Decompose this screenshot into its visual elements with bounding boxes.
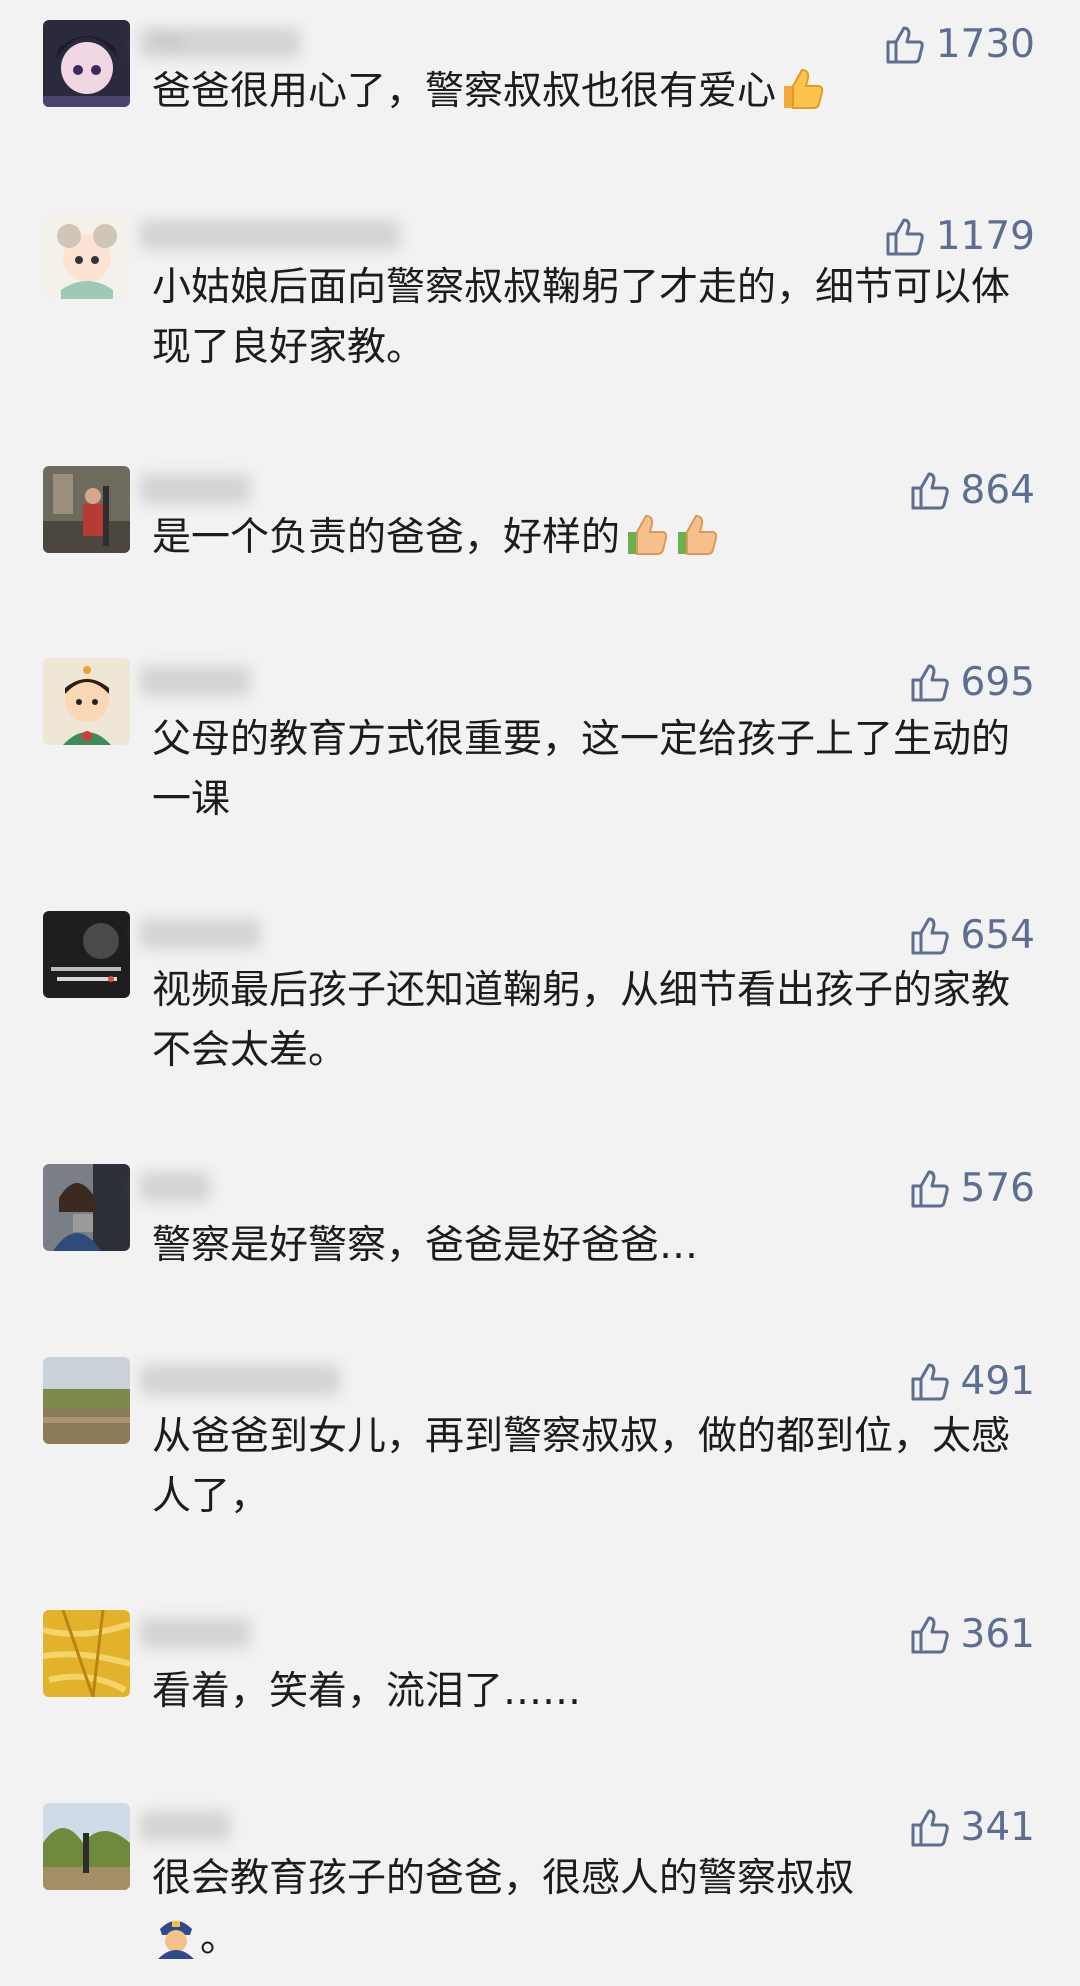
thumbs-up-icon <box>911 1363 949 1401</box>
thumbs-up-icon <box>886 218 924 256</box>
like-button[interactable]: 654 <box>909 913 1035 959</box>
thumbs-up-emoji-icon <box>784 68 824 109</box>
like-button[interactable]: 491 <box>909 1359 1035 1405</box>
like-count: 695 <box>960 660 1035 705</box>
comment-text: 是一个负责的爸爸，好样的 <box>152 508 1012 568</box>
avatar[interactable] <box>43 1803 130 1890</box>
comment-item: 491 从爸爸到女儿，再到警察叔叔，做的都到位，太感人了， <box>0 1357 1080 1537</box>
comment-item: 654 视频最后孩子还知道鞠躬，从细节看出孩子的家教不会太差。 <box>0 911 1080 1091</box>
thumbs-up-icon <box>911 1809 949 1847</box>
thumbs-up-icon <box>911 1616 949 1654</box>
avatar[interactable] <box>43 1610 130 1697</box>
like-count: 576 <box>960 1166 1035 1211</box>
thumbs-up-icon <box>911 1170 949 1208</box>
avatar[interactable] <box>43 20 130 107</box>
like-button[interactable]: 576 <box>909 1166 1035 1212</box>
comment-text: 爸爸很用心了，警察叔叔也很有爱心 <box>152 62 1012 122</box>
comment-item: 341 很会教育孩子的爸爸，很感人的警察叔叔。 <box>0 1803 1080 1983</box>
like-count: 491 <box>960 1359 1035 1404</box>
comment-text: 警察是好警察，爸爸是好爸爸… <box>152 1223 699 1268</box>
avatar[interactable] <box>43 1164 130 1251</box>
avatar[interactable] <box>43 212 130 299</box>
avatar[interactable] <box>43 466 130 553</box>
like-button[interactable]: 1179 <box>884 214 1035 260</box>
comment-text: 看着，笑着，流泪了…… <box>152 1669 582 1714</box>
comment-text: 小姑娘后面向警察叔叔鞠躬了才走的，细节可以体现了良好家教。 <box>152 265 1011 370</box>
like-count: 1179 <box>935 214 1035 259</box>
like-button[interactable]: 695 <box>909 660 1035 706</box>
like-count: 361 <box>960 1612 1035 1657</box>
thumbs-up-icon <box>886 26 924 64</box>
like-button[interactable]: 361 <box>909 1612 1035 1658</box>
comment-item: 361 看着，笑着，流泪了…… <box>0 1610 1080 1740</box>
avatar[interactable] <box>43 911 130 998</box>
police-officer-emoji-icon <box>158 1921 194 1959</box>
like-count: 654 <box>960 913 1035 958</box>
comment-item: ～ 1730 爸爸很用心了，警察叔叔也很有爱心 <box>0 20 1080 170</box>
like-count: 341 <box>960 1805 1035 1850</box>
avatar[interactable] <box>43 1357 130 1444</box>
like-button[interactable]: 341 <box>909 1805 1035 1851</box>
comment-text: 很会教育孩子的爸爸，很感人的警察叔叔。 <box>152 1856 855 1961</box>
comment-item: 864 是一个负责的爸爸，好样的 <box>0 466 1080 596</box>
thumbs-up-emoji-icon <box>678 514 718 555</box>
comment-text: 父母的教育方式很重要，这一定给孩子上了生动的一课 <box>152 717 1011 822</box>
thumbs-up-icon <box>911 472 949 510</box>
thumbs-up-icon <box>911 664 949 702</box>
comment-item: 576 警察是好警察，爸爸是好爸爸… <box>0 1164 1080 1294</box>
comment-item: 1179 小姑娘后面向警察叔叔鞠躬了才走的，细节可以体现了良好家教。 <box>0 212 1080 392</box>
username[interactable]: ～ <box>140 22 300 62</box>
comment-item: 695 父母的教育方式很重要，这一定给孩子上了生动的一课 <box>0 658 1080 838</box>
avatar[interactable] <box>43 658 130 745</box>
comment-text: 视频最后孩子还知道鞠躬，从细节看出孩子的家教不会太差。 <box>152 968 1011 1073</box>
comment-text: 从爸爸到女儿，再到警察叔叔，做的都到位，太感人了， <box>152 1414 1011 1519</box>
thumbs-up-icon <box>911 917 949 955</box>
thumbs-up-emoji-icon <box>628 514 668 555</box>
